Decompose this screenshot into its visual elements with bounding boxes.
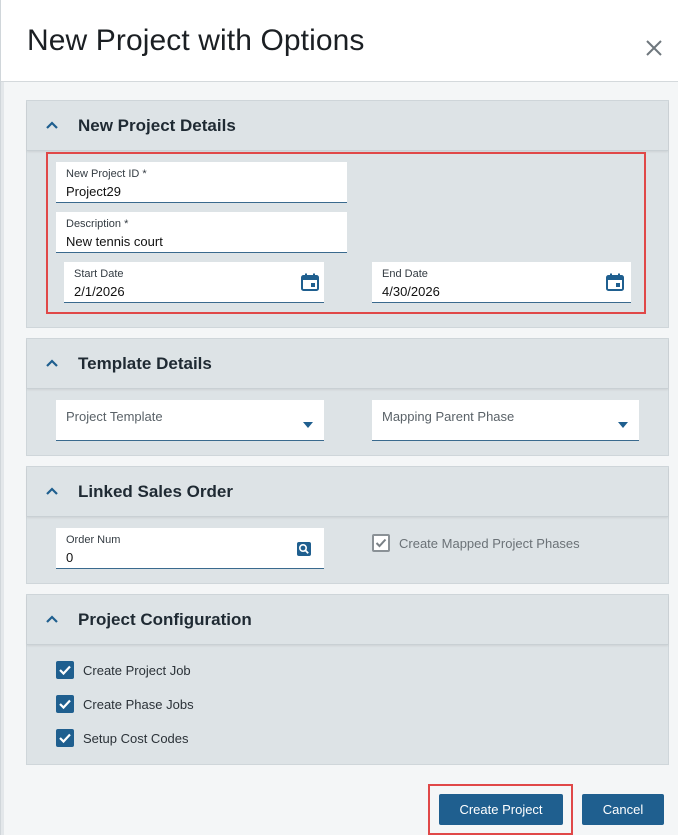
chevron-up-icon (46, 487, 58, 495)
project-id-value: Project29 (66, 184, 121, 199)
close-icon[interactable] (643, 37, 665, 59)
chevron-up-icon (46, 359, 58, 367)
start-date-value: 2/1/2026 (74, 284, 125, 299)
dialog-title: New Project with Options (27, 24, 365, 57)
description-value: New tennis court (66, 234, 163, 249)
checkmark-icon (59, 699, 71, 710)
section-title: Linked Sales Order (78, 482, 233, 501)
section-template-details: Template Details Project Template Mappin… (26, 338, 669, 456)
create-project-button[interactable]: Create Project (439, 794, 563, 825)
start-date-field[interactable]: Start Date 2/1/2026 (64, 262, 324, 303)
section-title: Template Details (78, 354, 212, 373)
calendar-icon[interactable] (605, 272, 625, 292)
setup-cost-codes-label: Setup Cost Codes (83, 731, 189, 746)
create-project-job-label: Create Project Job (83, 663, 191, 678)
section-title: Project Configuration (78, 610, 252, 629)
end-date-field[interactable]: End Date 4/30/2026 (372, 262, 631, 303)
section-header-linked-sales-order[interactable]: Linked Sales Order (27, 467, 668, 517)
create-phase-jobs-label: Create Phase Jobs (83, 697, 194, 712)
end-date-value: 4/30/2026 (382, 284, 440, 299)
section-new-project-details: New Project Details New Project ID * Pro… (26, 100, 669, 328)
section-title: New Project Details (78, 116, 236, 135)
project-id-label: New Project ID * (66, 168, 147, 180)
new-project-dialog: New Project with Options New Project Det… (0, 0, 678, 835)
project-template-placeholder: Project Template (66, 409, 163, 424)
mapping-parent-phase-dropdown[interactable]: Mapping Parent Phase (372, 400, 639, 441)
section-linked-sales-order: Linked Sales Order Order Num 0 Create Ma… (26, 466, 669, 584)
description-field[interactable]: Description * New tennis court (56, 212, 347, 253)
search-icon[interactable] (296, 541, 312, 557)
end-date-label: End Date (382, 268, 428, 280)
chevron-up-icon (46, 121, 58, 129)
section-header-project-configuration[interactable]: Project Configuration (27, 595, 668, 645)
dropdown-arrow-icon (303, 422, 313, 428)
create-project-job-checkbox[interactable] (56, 661, 74, 679)
order-num-value: 0 (66, 550, 74, 565)
description-label: Description * (66, 218, 129, 230)
chevron-up-icon (46, 615, 58, 623)
checkmark-icon (59, 665, 71, 676)
checkmark-icon (59, 733, 71, 744)
dialog-footer: Create Project Cancel (1, 772, 678, 835)
order-num-field[interactable]: Order Num 0 (56, 528, 324, 569)
create-phase-jobs-checkbox[interactable] (56, 695, 74, 713)
project-template-dropdown[interactable]: Project Template (56, 400, 324, 441)
dialog-body: New Project Details New Project ID * Pro… (1, 82, 678, 772)
checkmark-icon (375, 538, 387, 548)
order-num-label: Order Num (66, 534, 121, 546)
start-date-label: Start Date (74, 268, 124, 280)
calendar-icon[interactable] (300, 272, 320, 292)
mapping-parent-phase-placeholder: Mapping Parent Phase (382, 409, 515, 424)
section-header-template-details[interactable]: Template Details (27, 339, 668, 389)
create-mapped-phases-label: Create Mapped Project Phases (399, 536, 580, 551)
section-project-configuration: Project Configuration Create Project Job… (26, 594, 669, 765)
dialog-header: New Project with Options (1, 0, 678, 82)
create-mapped-phases-checkbox (372, 534, 390, 552)
cancel-button[interactable]: Cancel (582, 794, 664, 825)
section-header-new-project-details[interactable]: New Project Details (27, 101, 668, 151)
dropdown-arrow-icon (618, 422, 628, 428)
project-id-field[interactable]: New Project ID * Project29 (56, 162, 347, 203)
setup-cost-codes-checkbox[interactable] (56, 729, 74, 747)
